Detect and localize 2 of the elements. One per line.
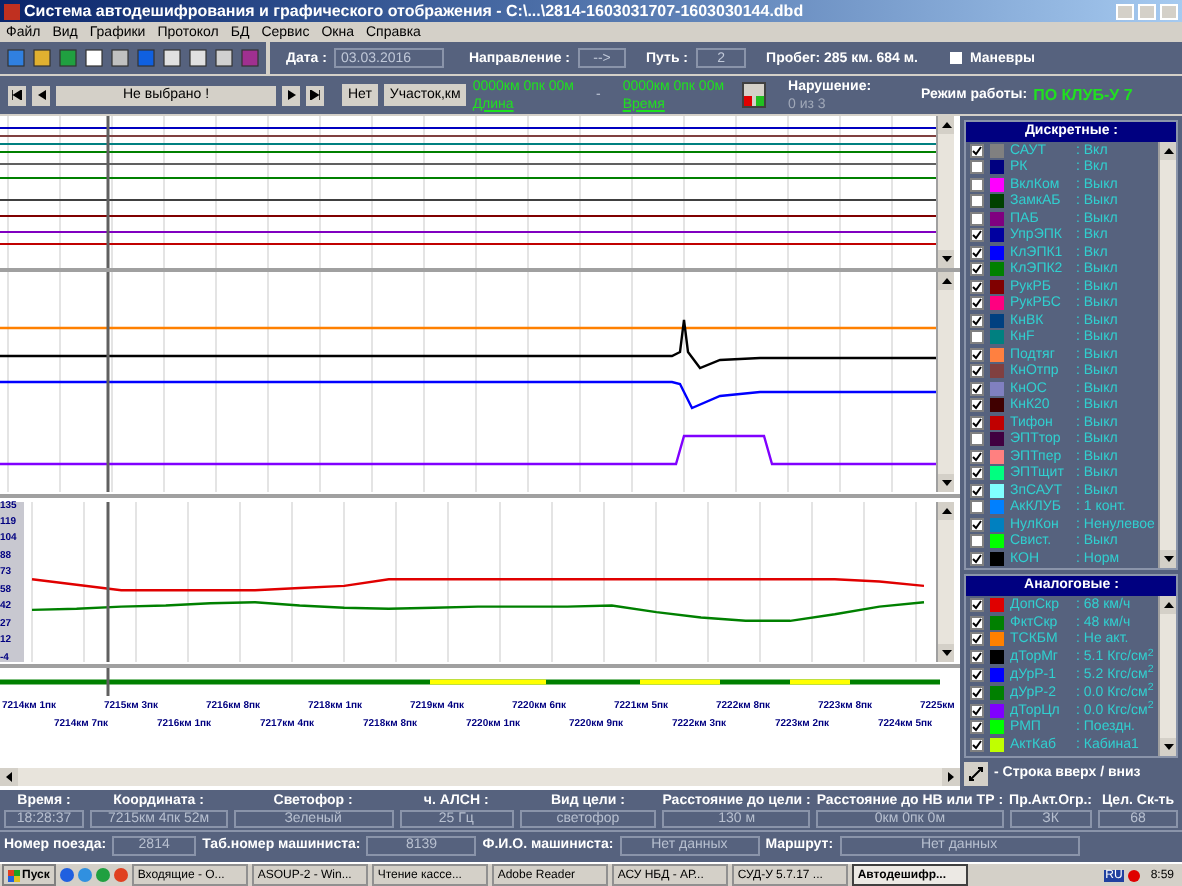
window-title: Система автодешифрования и графического отображения - C:\...\2814-1603031707-1603030144.dbd — [24, 3, 806, 19]
mode-value: ПО КЛУБ-У 7 — [1033, 87, 1133, 103]
